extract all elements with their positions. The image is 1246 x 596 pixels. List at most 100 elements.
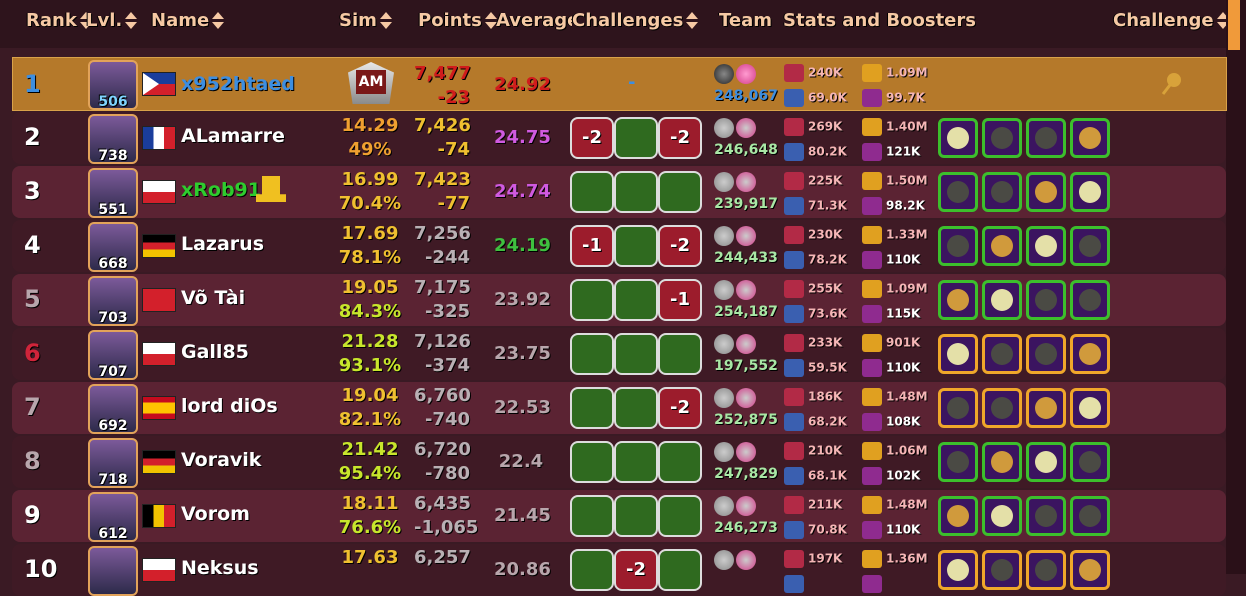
avatar[interactable]: 506 [88,60,138,110]
booster-slot[interactable] [982,226,1022,266]
scrollbar[interactable] [1226,0,1246,574]
booster-slot[interactable] [982,442,1022,482]
booster-slot[interactable] [938,442,978,482]
booster-icon [1079,181,1101,203]
flag-icon [142,180,176,204]
header-sim[interactable]: Sim [339,10,393,31]
booster-slot[interactable] [982,334,1022,374]
header-average[interactable]: Average [496,10,572,31]
booster-slot[interactable] [938,496,978,536]
player-name[interactable]: xRob91 [181,179,261,201]
header-challenges[interactable]: Challenges [572,10,699,31]
team-column[interactable]: 244,433 [714,226,778,266]
booster-slot[interactable] [1026,442,1066,482]
level-badge: 718 [98,472,128,488]
booster-slot[interactable] [982,550,1022,590]
avatar[interactable]: 707 [88,330,138,380]
header-team[interactable]: Team [716,10,772,31]
flag-icon [142,558,176,582]
scrollbar-thumb[interactable] [1228,0,1240,50]
average-value: 22.53 [494,397,551,418]
booster-slot[interactable] [1070,118,1110,158]
booster-slot[interactable] [982,280,1022,320]
avatar[interactable]: 612 [88,492,138,542]
flag-icon [142,450,176,474]
avatar[interactable]: 703 [88,276,138,326]
avatar[interactable]: 668 [88,222,138,272]
challenge-result [658,549,702,591]
rank-number: 6 [24,339,41,367]
booster-slot[interactable] [1070,334,1110,374]
harmony-icon [862,197,882,215]
booster-slot[interactable] [1070,442,1110,482]
avatar[interactable]: 738 [88,114,138,164]
player-name[interactable]: Vorom [181,503,250,525]
booster-slot[interactable] [1026,280,1066,320]
booster-slot[interactable] [1026,118,1066,158]
booster-slot[interactable] [982,388,1022,428]
player-name[interactable]: Võ Tài [181,287,245,309]
booster-slot[interactable] [938,550,978,590]
avatar[interactable] [88,546,138,596]
team-column[interactable]: 254,187 [714,280,778,320]
booster-icon [1035,397,1057,419]
team-column[interactable]: 197,552 [714,334,778,374]
booster-slot[interactable] [1070,550,1110,590]
booster-slot[interactable] [1070,388,1110,428]
booster-slot[interactable] [938,388,978,428]
booster-slot[interactable] [982,172,1022,212]
player-name[interactable]: Gall85 [181,341,249,363]
sort-icon[interactable] [685,12,699,30]
booster-slot[interactable] [938,280,978,320]
booster-slot[interactable] [1026,226,1066,266]
player-name[interactable]: ALamarre [181,125,285,147]
player-name[interactable]: Voravik [181,449,261,471]
booster-slot[interactable] [1070,280,1110,320]
attack-icon [784,226,804,244]
crown-icon [862,442,882,460]
header-name[interactable]: Name [151,10,225,31]
sort-icon[interactable] [79,12,92,30]
team-column[interactable]: 247,829 [714,442,778,482]
header-rank[interactable]: Rank [26,10,92,31]
booster-slot[interactable] [1070,226,1110,266]
booster-slot[interactable] [1070,496,1110,536]
sort-icon[interactable] [211,12,225,30]
player-name[interactable]: Neksus [181,557,259,579]
player-name[interactable]: x952htaed [181,73,295,95]
avatar[interactable]: 692 [88,384,138,434]
booster-slot[interactable] [1026,496,1066,536]
player-name[interactable]: Lazarus [181,233,264,255]
booster-icon [991,289,1013,311]
booster-slot[interactable] [1026,334,1066,374]
team-element-icon [736,64,756,84]
avatar[interactable]: 551 [88,168,138,218]
pin-icon[interactable] [1160,70,1186,96]
booster-slot[interactable] [938,172,978,212]
sim-value: 17.69 78.1% [338,223,402,268]
player-name[interactable]: lord diOs [181,395,278,417]
booster-slot[interactable] [1026,550,1066,590]
avatar[interactable]: 718 [88,438,138,488]
booster-slot[interactable] [938,226,978,266]
sort-icon[interactable] [124,12,138,30]
header-lvl[interactable]: Lvl. [86,10,138,31]
booster-slot[interactable] [1026,172,1066,212]
sort-icon[interactable] [379,12,393,30]
booster-slot[interactable] [1026,388,1066,428]
team-column[interactable]: 246,648 [714,118,778,158]
average-value: 21.45 [494,505,551,526]
team-column[interactable]: 252,875 [714,388,778,428]
team-column[interactable]: 246,273 [714,496,778,536]
booster-slot[interactable] [982,496,1022,536]
team-column[interactable] [714,550,776,570]
booster-slot[interactable] [938,334,978,374]
header-points[interactable]: Points [418,10,498,31]
team-column[interactable]: 248,067 [714,64,778,104]
booster-slot[interactable] [938,118,978,158]
booster-slot[interactable] [1070,172,1110,212]
booster-icon [1035,559,1057,581]
team-column[interactable]: 239,917 [714,172,778,212]
booster-slot[interactable] [982,118,1022,158]
header-challenge[interactable]: Challenge [1113,10,1230,31]
